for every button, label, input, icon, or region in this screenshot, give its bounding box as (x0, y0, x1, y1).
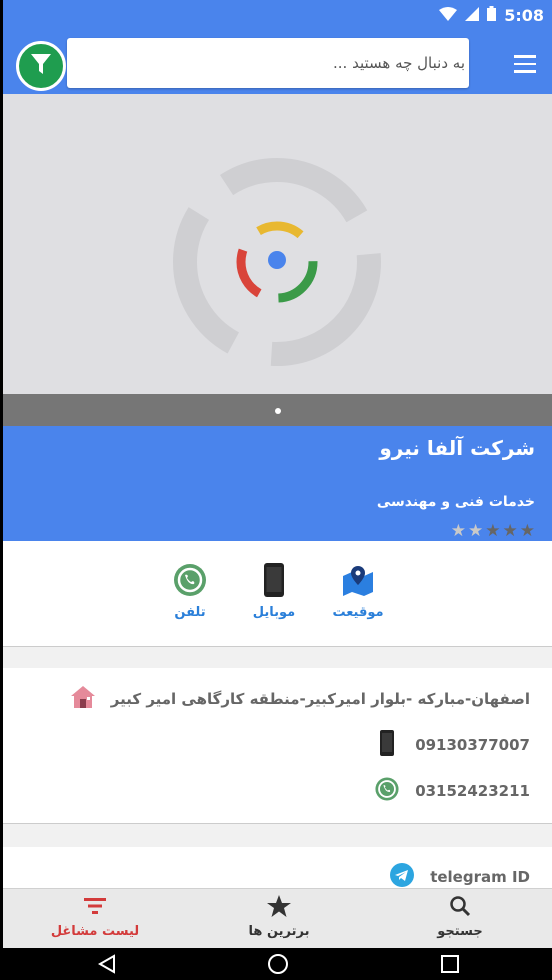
mobile-phone-icon (380, 730, 395, 760)
star-empty-icon: ★ (450, 521, 466, 541)
phone-number: 03152423211 (415, 782, 530, 800)
signal-icon (465, 6, 480, 25)
mobile-button[interactable]: موبایل (239, 563, 309, 620)
home-icon (70, 685, 96, 713)
business-details: اصفهان-مبارکه -بلوار امیرکبیر-منطقه کارگ… (3, 668, 552, 823)
back-icon[interactable] (97, 954, 117, 978)
telegram-row[interactable]: telegram ID (388, 863, 530, 891)
business-name: شرکت آلفا نیرو (379, 436, 535, 460)
filter-icon (30, 52, 52, 80)
bottom-navigation: جستجو برترین ها لیست مشاغل (3, 888, 552, 949)
search-icon (449, 895, 471, 921)
mobile-number: 09130377007 (415, 736, 530, 754)
sort-list-icon (84, 898, 106, 918)
star-filled-icon: ★ (502, 521, 518, 541)
contact-actions: موقیعت موبایل تلفن (3, 541, 552, 646)
rating-stars: ★ ★ ★ ★ ★ (451, 521, 535, 541)
search-input[interactable] (67, 38, 473, 88)
telegram-id: telegram ID (430, 868, 530, 886)
recents-icon[interactable] (440, 954, 460, 978)
whatsapp-icon (172, 562, 208, 602)
mobile-phone-icon (264, 563, 284, 601)
section-divider (3, 823, 552, 824)
nav-search[interactable]: جستجو (380, 895, 540, 939)
address-text: اصفهان-مبارکه -بلوار امیرکبیر-منطقه کارگ… (110, 690, 530, 708)
pager-dot[interactable] (275, 408, 281, 414)
location-button[interactable]: موقیعت (323, 563, 393, 620)
status-bar: 5:08 (3, 0, 552, 32)
menu-icon-bar (514, 70, 536, 73)
home-button-icon[interactable] (267, 953, 289, 979)
map-pin-icon (340, 562, 376, 602)
nav-search-label: جستجو (437, 924, 483, 939)
menu-icon-bar (514, 62, 536, 66)
clock: 5:08 (504, 6, 544, 25)
phone-row[interactable]: 03152423211 (373, 777, 530, 805)
battery-icon (487, 6, 497, 25)
star-empty-icon: ★ (468, 521, 484, 541)
mobile-label: موبایل (252, 605, 296, 620)
address-row[interactable]: اصفهان-مبارکه -بلوار امیرکبیر-منطقه کارگ… (69, 685, 530, 713)
wifi-icon (439, 6, 458, 25)
star-filled-icon: ★ (519, 521, 535, 541)
nav-top[interactable]: برترین ها (199, 895, 359, 939)
section-divider (3, 646, 552, 647)
nav-jobs[interactable]: لیست مشاغل (15, 895, 175, 939)
system-navigation-bar (3, 948, 552, 980)
location-label: موقیعت (332, 605, 384, 620)
search-box (67, 38, 473, 88)
app-screen: 5:08 شرکت آلفا نیرو خدمات فن (3, 0, 552, 980)
image-banner[interactable] (3, 94, 552, 394)
business-header: شرکت آلفا نیرو خدمات فنی و مهندسی ★ ★ ★ ★ ★ (3, 426, 552, 541)
business-category: خدمات فنی و مهندسی (376, 494, 535, 510)
nav-top-label: برترین ها (248, 924, 310, 939)
placeholder-logo-image (173, 158, 381, 366)
filter-button[interactable] (16, 41, 66, 91)
nav-jobs-label: لیست مشاغل (50, 924, 140, 939)
whatsapp-icon (374, 776, 400, 806)
banner-pager (3, 394, 552, 426)
phone-label: تلفن (174, 605, 206, 620)
telegram-icon (390, 863, 415, 891)
app-bar (3, 32, 552, 94)
menu-icon-bar (514, 55, 536, 58)
star-filled-icon: ★ (485, 521, 501, 541)
menu-button[interactable] (508, 47, 542, 81)
mobile-row[interactable]: 09130377007 (373, 730, 530, 760)
phone-button[interactable]: تلفن (155, 563, 225, 620)
star-icon (267, 895, 291, 921)
